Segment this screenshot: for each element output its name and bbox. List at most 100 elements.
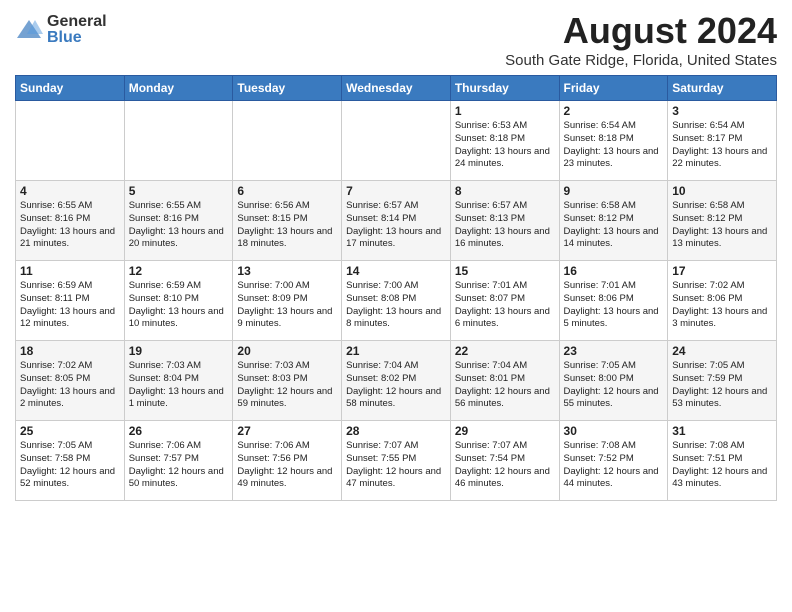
day-number: 24	[672, 344, 772, 358]
calendar-cell: 22 Sunrise: 7:04 AM Sunset: 8:01 PM Dayli…	[450, 341, 559, 421]
day-info: Sunrise: 7:00 AM Sunset: 8:08 PM Dayligh…	[346, 280, 446, 331]
calendar-cell: 1Sunrise: 6:53 AM Sunset: 8:18 PM Daylig…	[450, 101, 559, 181]
day-info: Sunrise: 7:02 AM Sunset: 8:05 PM Dayligh…	[20, 360, 120, 411]
day-info: Sunrise: 7:06 AM Sunset: 7:56 PM Dayligh…	[237, 440, 337, 491]
day-info: Sunrise: 7:05 AM Sunset: 7:58 PM Dayligh…	[20, 440, 120, 491]
logo-general: General	[47, 14, 107, 30]
calendar-cell: 26 Sunrise: 7:06 AM Sunset: 7:57 PM Dayli…	[124, 421, 233, 501]
day-number: 6	[237, 184, 337, 198]
calendar-cell: 9 Sunrise: 6:58 AM Sunset: 8:12 PM Daylig…	[559, 181, 668, 261]
day-of-week-header: Monday	[124, 76, 233, 101]
calendar-cell: 5Sunrise: 6:55 AM Sunset: 8:16 PM Daylig…	[124, 181, 233, 261]
day-of-week-header: Wednesday	[342, 76, 451, 101]
calendar-week-row: 11Sunrise: 6:59 AM Sunset: 8:11 PM Dayli…	[16, 261, 777, 341]
day-number: 3	[672, 104, 772, 118]
calendar-cell	[233, 101, 342, 181]
day-info: Sunrise: 6:56 AM Sunset: 8:15 PM Dayligh…	[237, 200, 337, 251]
calendar-cell: 15 Sunrise: 7:01 AM Sunset: 8:07 PM Dayli…	[450, 261, 559, 341]
day-info: Sunrise: 7:01 AM Sunset: 8:06 PM Dayligh…	[564, 280, 664, 331]
day-info: Sunrise: 6:53 AM Sunset: 8:18 PM Dayligh…	[455, 120, 555, 171]
day-info: Sunrise: 7:03 AM Sunset: 8:04 PM Dayligh…	[129, 360, 229, 411]
calendar-cell: 20 Sunrise: 7:03 AM Sunset: 8:03 PM Dayli…	[233, 341, 342, 421]
day-info: Sunrise: 6:59 AM Sunset: 8:10 PM Dayligh…	[129, 280, 229, 331]
day-number: 21	[346, 344, 446, 358]
calendar-week-row: 25 Sunrise: 7:05 AM Sunset: 7:58 PM Dayli…	[16, 421, 777, 501]
day-number: 10	[672, 184, 772, 198]
day-number: 22	[455, 344, 555, 358]
day-number: 19	[129, 344, 229, 358]
day-number: 18	[20, 344, 120, 358]
day-info: Sunrise: 6:58 AM Sunset: 8:12 PM Dayligh…	[672, 200, 772, 251]
calendar-cell: 11Sunrise: 6:59 AM Sunset: 8:11 PM Dayli…	[16, 261, 125, 341]
logo-icon	[15, 16, 43, 44]
calendar-cell: 24 Sunrise: 7:05 AM Sunset: 7:59 PM Dayli…	[668, 341, 777, 421]
day-number: 29	[455, 424, 555, 438]
day-number: 9	[564, 184, 664, 198]
day-number: 2	[564, 104, 664, 118]
day-info: Sunrise: 7:04 AM Sunset: 8:01 PM Dayligh…	[455, 360, 555, 411]
calendar-cell: 28Sunrise: 7:07 AM Sunset: 7:55 PM Dayli…	[342, 421, 451, 501]
day-number: 31	[672, 424, 772, 438]
logo-blue: Blue	[47, 30, 107, 46]
day-of-week-header: Friday	[559, 76, 668, 101]
day-number: 17	[672, 264, 772, 278]
location-subtitle: South Gate Ridge, Florida, United States	[505, 52, 777, 69]
day-of-week-header: Sunday	[16, 76, 125, 101]
day-number: 5	[129, 184, 229, 198]
day-info: Sunrise: 7:05 AM Sunset: 7:59 PM Dayligh…	[672, 360, 772, 411]
page-header: General Blue August 2024 South Gate Ridg…	[15, 10, 777, 69]
day-number: 14	[346, 264, 446, 278]
calendar-cell: 3 Sunrise: 6:54 AM Sunset: 8:17 PM Daylig…	[668, 101, 777, 181]
day-info: Sunrise: 7:01 AM Sunset: 8:07 PM Dayligh…	[455, 280, 555, 331]
calendar-table: SundayMondayTuesdayWednesdayThursdayFrid…	[15, 75, 777, 501]
calendar-cell: 12Sunrise: 6:59 AM Sunset: 8:10 PM Dayli…	[124, 261, 233, 341]
calendar-cell: 6 Sunrise: 6:56 AM Sunset: 8:15 PM Daylig…	[233, 181, 342, 261]
day-info: Sunrise: 6:57 AM Sunset: 8:14 PM Dayligh…	[346, 200, 446, 251]
day-info: Sunrise: 6:54 AM Sunset: 8:17 PM Dayligh…	[672, 120, 772, 171]
day-of-week-header: Tuesday	[233, 76, 342, 101]
calendar-cell	[342, 101, 451, 181]
calendar-cell: 16Sunrise: 7:01 AM Sunset: 8:06 PM Dayli…	[559, 261, 668, 341]
day-number: 13	[237, 264, 337, 278]
calendar-cell: 30Sunrise: 7:08 AM Sunset: 7:52 PM Dayli…	[559, 421, 668, 501]
day-info: Sunrise: 7:04 AM Sunset: 8:02 PM Dayligh…	[346, 360, 446, 411]
calendar-cell: 27Sunrise: 7:06 AM Sunset: 7:56 PM Dayli…	[233, 421, 342, 501]
calendar-cell: 31 Sunrise: 7:08 AM Sunset: 7:51 PM Dayli…	[668, 421, 777, 501]
day-number: 25	[20, 424, 120, 438]
day-info: Sunrise: 6:59 AM Sunset: 8:11 PM Dayligh…	[20, 280, 120, 331]
calendar-cell: 8Sunrise: 6:57 AM Sunset: 8:13 PM Daylig…	[450, 181, 559, 261]
day-number: 7	[346, 184, 446, 198]
calendar-week-row: 18 Sunrise: 7:02 AM Sunset: 8:05 PM Dayli…	[16, 341, 777, 421]
day-info: Sunrise: 7:05 AM Sunset: 8:00 PM Dayligh…	[564, 360, 664, 411]
day-info: Sunrise: 7:00 AM Sunset: 8:09 PM Dayligh…	[237, 280, 337, 331]
calendar-cell: 10 Sunrise: 6:58 AM Sunset: 8:12 PM Dayli…	[668, 181, 777, 261]
day-number: 23	[564, 344, 664, 358]
logo: General Blue	[15, 14, 107, 46]
calendar-cell: 14 Sunrise: 7:00 AM Sunset: 8:08 PM Dayli…	[342, 261, 451, 341]
header-row: SundayMondayTuesdayWednesdayThursdayFrid…	[16, 76, 777, 101]
calendar-cell: 19 Sunrise: 7:03 AM Sunset: 8:04 PM Dayli…	[124, 341, 233, 421]
calendar-cell: 7 Sunrise: 6:57 AM Sunset: 8:14 PM Daylig…	[342, 181, 451, 261]
day-number: 20	[237, 344, 337, 358]
day-number: 15	[455, 264, 555, 278]
day-of-week-header: Thursday	[450, 76, 559, 101]
day-number: 4	[20, 184, 120, 198]
day-info: Sunrise: 7:08 AM Sunset: 7:51 PM Dayligh…	[672, 440, 772, 491]
calendar-cell: 18 Sunrise: 7:02 AM Sunset: 8:05 PM Dayli…	[16, 341, 125, 421]
calendar-cell	[124, 101, 233, 181]
day-info: Sunrise: 7:08 AM Sunset: 7:52 PM Dayligh…	[564, 440, 664, 491]
title-area: August 2024 South Gate Ridge, Florida, U…	[505, 10, 777, 69]
day-info: Sunrise: 7:03 AM Sunset: 8:03 PM Dayligh…	[237, 360, 337, 411]
logo-text: General Blue	[47, 14, 107, 46]
day-number: 8	[455, 184, 555, 198]
day-info: Sunrise: 6:58 AM Sunset: 8:12 PM Dayligh…	[564, 200, 664, 251]
day-info: Sunrise: 7:06 AM Sunset: 7:57 PM Dayligh…	[129, 440, 229, 491]
day-number: 26	[129, 424, 229, 438]
calendar-cell: 4Sunrise: 6:55 AM Sunset: 8:16 PM Daylig…	[16, 181, 125, 261]
calendar-body: 1Sunrise: 6:53 AM Sunset: 8:18 PM Daylig…	[16, 101, 777, 501]
day-info: Sunrise: 6:54 AM Sunset: 8:18 PM Dayligh…	[564, 120, 664, 171]
calendar-cell: 23 Sunrise: 7:05 AM Sunset: 8:00 PM Dayli…	[559, 341, 668, 421]
calendar-week-row: 4Sunrise: 6:55 AM Sunset: 8:16 PM Daylig…	[16, 181, 777, 261]
calendar-cell	[16, 101, 125, 181]
calendar-cell: 13 Sunrise: 7:00 AM Sunset: 8:09 PM Dayli…	[233, 261, 342, 341]
